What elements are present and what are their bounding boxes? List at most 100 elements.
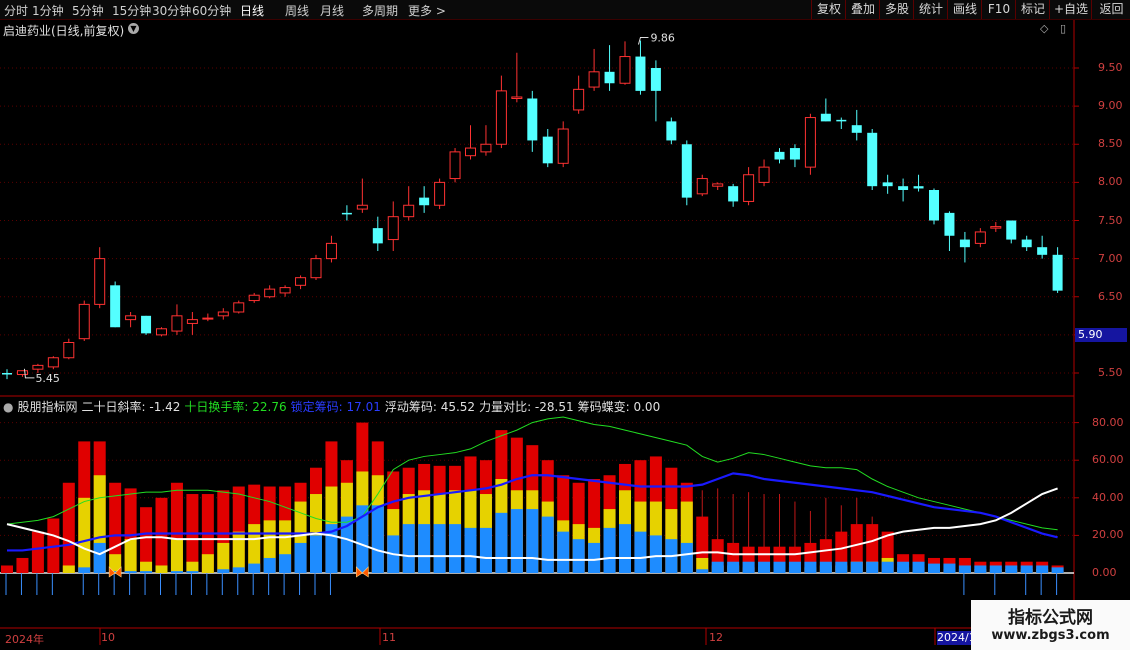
volume-bar-blue <box>835 561 848 573</box>
price-axis-label: 7.00 <box>1098 251 1123 265</box>
volume-bar-blue <box>1005 565 1018 573</box>
candle-body <box>650 68 661 91</box>
indicator-value: 筹码蝶变: 0.00 <box>577 400 661 414</box>
candle-body <box>1021 239 1032 248</box>
watermark: 指标公式网 www.zbgs3.com <box>971 600 1130 650</box>
volume-bar-red <box>1 565 13 573</box>
candle-body <box>836 119 847 122</box>
candle-body <box>341 212 352 215</box>
price-axis-label: 8.50 <box>1098 137 1123 151</box>
window-controls[interactable]: ◇ ▯ <box>1040 22 1066 35</box>
volume-bar-blue <box>572 539 585 573</box>
volume-bar-blue <box>588 542 601 573</box>
candle-body <box>480 143 492 153</box>
date-label: 11 <box>382 631 396 644</box>
volume-bar-blue <box>773 561 786 573</box>
volume-bar-blue <box>217 569 230 573</box>
indicator-value: 浮动筹码: 45.52 <box>384 400 476 414</box>
volume-bar-blue <box>1036 565 1049 573</box>
candle-body <box>990 226 1002 229</box>
candle-body <box>604 71 615 84</box>
candle-body <box>681 144 692 198</box>
volume-bar-blue <box>866 561 879 573</box>
volume-bar-blue <box>974 565 987 573</box>
volume-bar-blue <box>758 561 771 573</box>
candle-body <box>387 216 399 241</box>
volume-bar-blue <box>310 535 322 573</box>
indicator-value: 二十日斜率: -1.42 <box>81 400 181 414</box>
indicator-axis-label: 0.00 <box>1092 566 1117 579</box>
candle-body <box>356 204 368 210</box>
volume-bar-blue <box>1051 567 1064 573</box>
candle-body <box>248 294 260 302</box>
watermark-title: 指标公式网 <box>1008 608 1093 628</box>
candle-body <box>202 317 214 320</box>
candle-body <box>325 242 337 260</box>
candle-body <box>511 96 523 99</box>
volume-bar-red <box>16 557 29 573</box>
volume-bar-red <box>155 497 168 573</box>
volume-bar-blue <box>433 524 446 573</box>
candle-body <box>233 302 245 313</box>
volume-bar-blue <box>232 567 245 573</box>
volume-bar-blue <box>819 561 832 573</box>
candle-body <box>851 125 862 133</box>
indicator-axis-label: 20.00 <box>1092 528 1124 542</box>
candle-body <box>279 287 291 294</box>
candle-body <box>712 183 724 187</box>
volume-bar-blue <box>402 524 415 573</box>
volume-bar-blue <box>279 554 292 573</box>
candle-body <box>32 364 44 370</box>
volume-bar-blue <box>912 561 925 573</box>
volume-bar-blue <box>788 561 801 573</box>
candle-body <box>959 239 970 248</box>
candle-body <box>217 311 229 317</box>
expand-icon[interactable]: ▯ <box>1060 22 1066 35</box>
price-axis-label: 9.50 <box>1098 61 1123 74</box>
volume-bar-blue <box>510 509 523 573</box>
current-price-tag: 5.90 <box>1075 328 1127 342</box>
candle-body <box>929 190 939 221</box>
volume-bar-blue <box>850 561 863 573</box>
candle-body <box>898 186 909 190</box>
volume-bar-yellow <box>78 497 91 573</box>
volume-bar-blue <box>727 561 740 573</box>
high-label: 9.86 <box>650 32 675 45</box>
price-axis-label: 6.50 <box>1098 289 1123 303</box>
volume-bar-yellow <box>201 554 214 573</box>
volume-bar-blue <box>294 542 307 573</box>
volume-bar-blue <box>897 561 910 573</box>
candle-body <box>264 288 276 298</box>
volume-bar-blue <box>186 571 199 573</box>
candle-body <box>434 181 446 206</box>
volume-bar-blue <box>464 527 477 573</box>
candle-body <box>728 186 739 202</box>
volume-bar-blue <box>449 524 462 573</box>
volume-bar-yellow <box>155 565 168 573</box>
price-axis-label: 9.00 <box>1098 99 1123 113</box>
indicator-menu-icon[interactable]: ● <box>3 400 13 414</box>
chevron-down-icon[interactable]: ▼ <box>128 23 139 34</box>
candle-body <box>867 132 878 187</box>
candle-body <box>1052 254 1063 291</box>
indicator-axis-label: 60.00 <box>1092 453 1124 467</box>
candle-body <box>743 174 755 202</box>
volume-bar-blue <box>881 561 894 573</box>
volume-bar-red <box>31 531 44 573</box>
candle-body <box>171 315 183 332</box>
stock-title[interactable]: 启迪药业(日线,前复权) <box>3 22 124 39</box>
volume-bar-blue <box>495 512 508 573</box>
candle-body <box>47 357 59 368</box>
volume-bar-blue <box>140 571 153 573</box>
volume-bar-blue <box>1020 565 1033 573</box>
volume-bar-yellow <box>170 539 183 573</box>
candle-body <box>1006 220 1017 240</box>
volume-bar-blue <box>742 561 755 573</box>
indicator-name[interactable]: 股朋指标网 <box>17 400 77 414</box>
volume-bar-yellow <box>232 531 245 573</box>
candle-body <box>156 328 167 336</box>
candle-body <box>944 212 955 236</box>
candle-body <box>619 56 631 84</box>
diamond-icon[interactable]: ◇ <box>1040 22 1048 35</box>
candle-body <box>573 88 585 111</box>
